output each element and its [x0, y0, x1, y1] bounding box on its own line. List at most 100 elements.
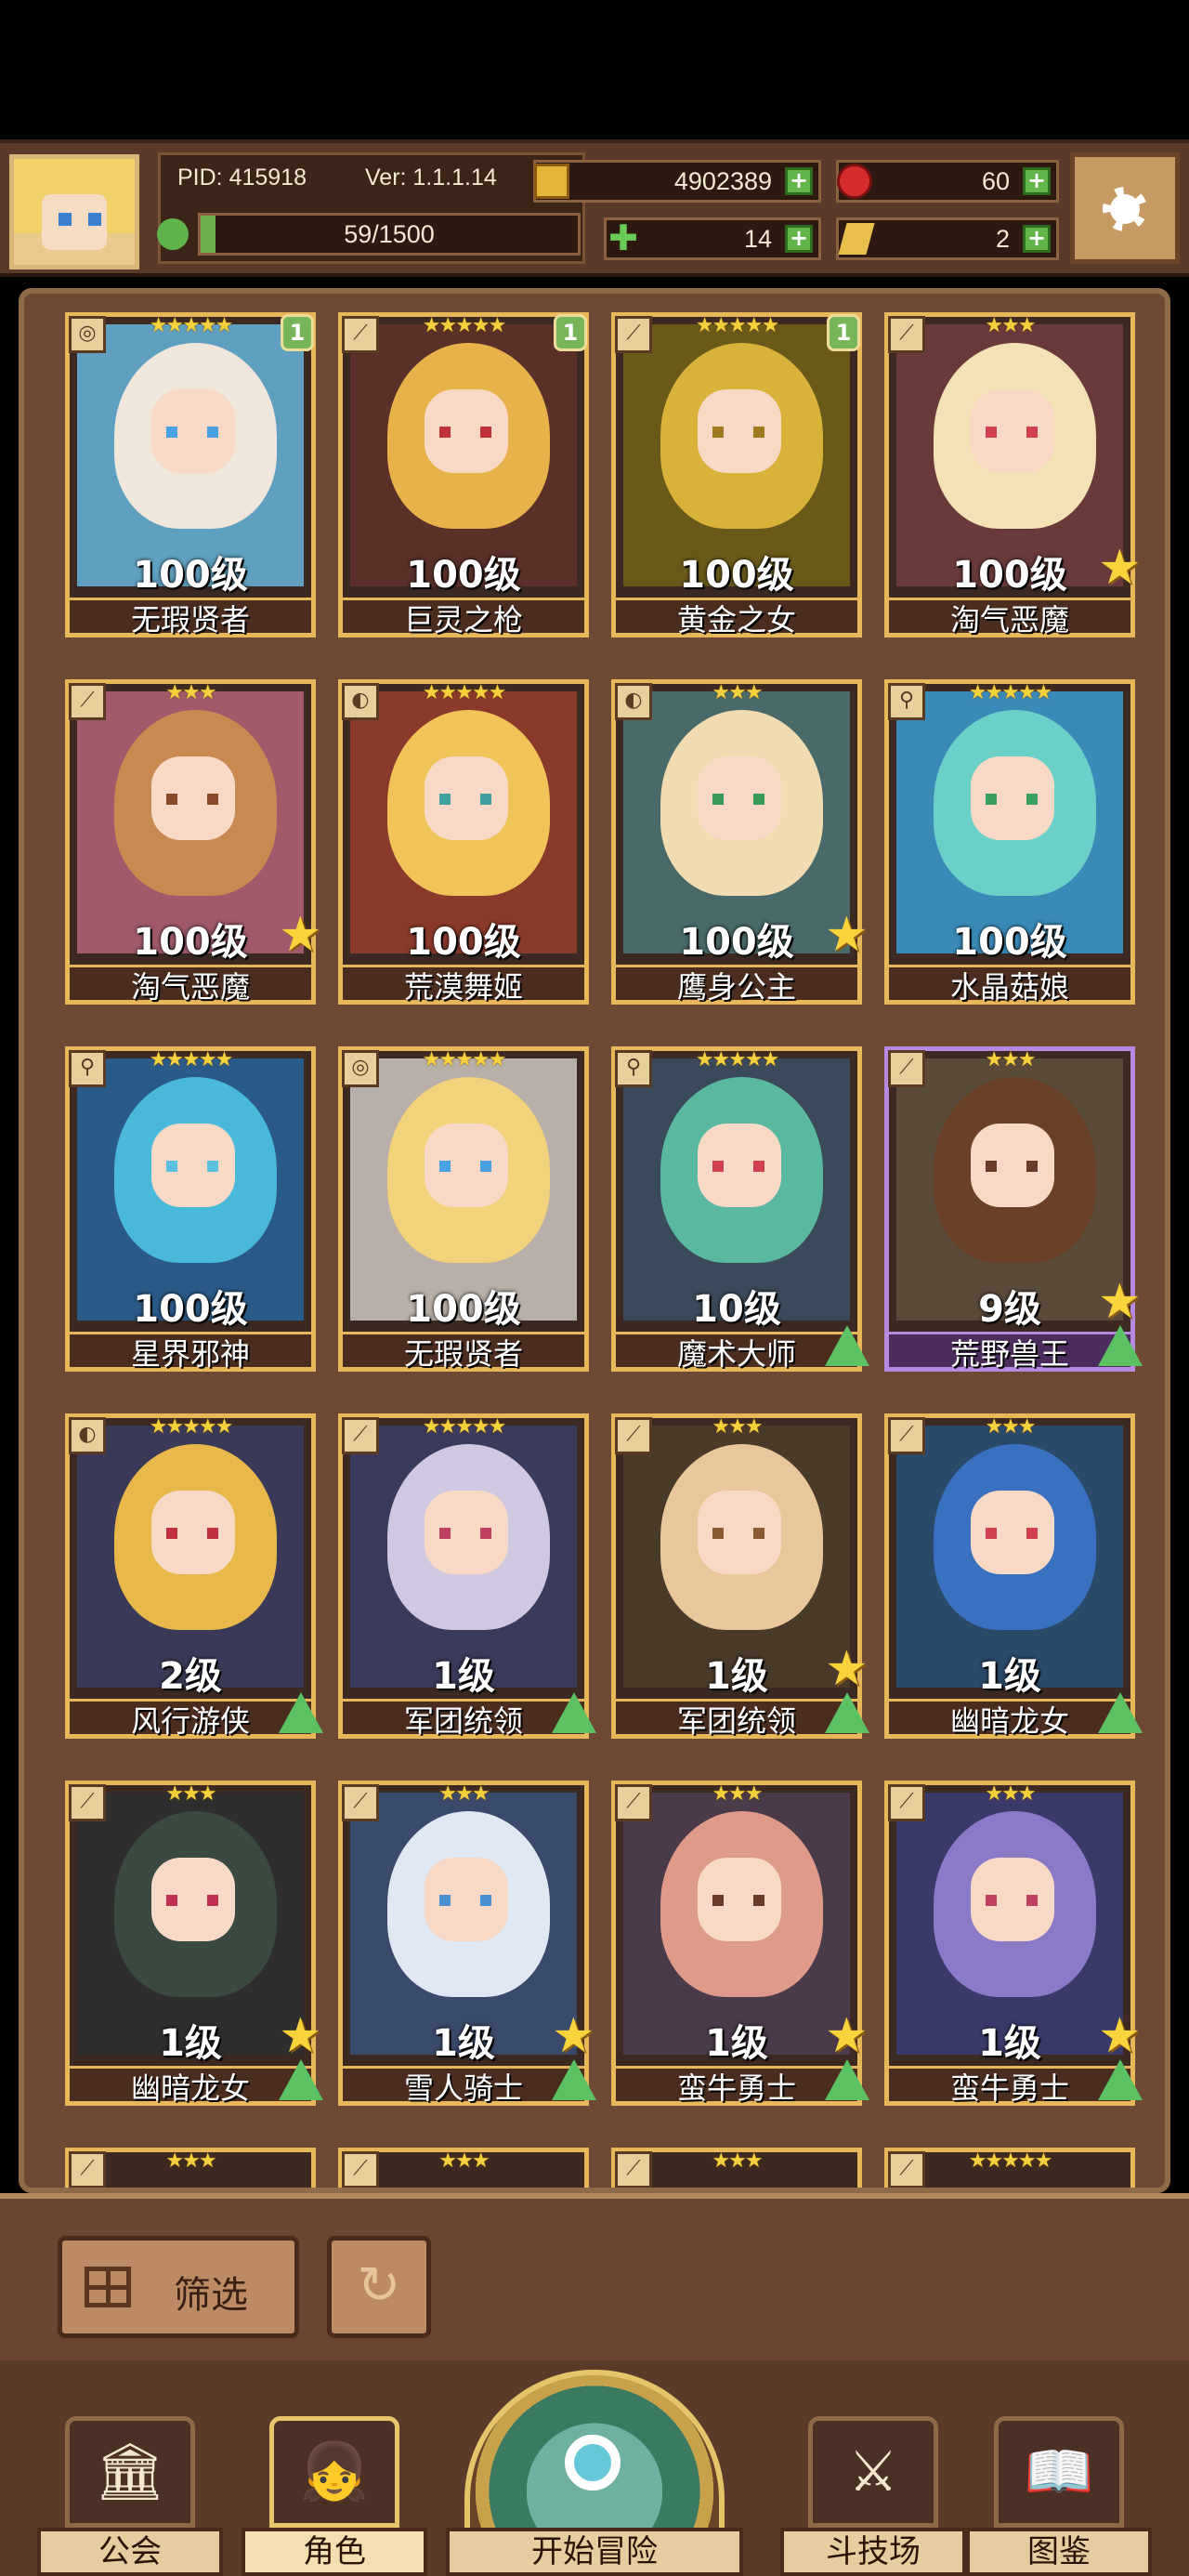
portrait-eye [439, 794, 451, 805]
filter-button[interactable]: 筛选 [58, 2236, 299, 2338]
portrait-face [151, 756, 235, 840]
character-card[interactable]: ⟋ ★★★ [611, 2148, 862, 2188]
portrait-face [971, 389, 1054, 473]
portrait-eye [712, 1528, 724, 1539]
portrait-eye [480, 1895, 491, 1906]
character-card[interactable]: ◎ ★★★★★ 100级 无瑕贤者 1 [65, 312, 316, 656]
rarity-stars: ★★★ [438, 1782, 490, 1806]
star-upgrade-icon: ★ [825, 1641, 869, 1697]
weapon-type-icon: ⟋ [69, 683, 106, 720]
rarity-stars: ★★★ [712, 1415, 763, 1439]
add-gold-button[interactable]: + [785, 167, 813, 195]
character-card[interactable]: ⟋ ★★★★★ [884, 2148, 1135, 2188]
character-card[interactable]: ⟋ ★★★ 1级 蛮牛勇士 ★ [884, 1781, 1143, 2124]
portrait-eye [1026, 1895, 1038, 1906]
add-clover-button[interactable]: + [785, 225, 813, 253]
character-card[interactable]: ⟋ ★★★ 1级 雪人骑士 ★ [338, 1781, 596, 2124]
character-card[interactable]: ⚲ ★★★★★ 10级 魔术大师 [611, 1046, 869, 1390]
level-up-arrow-icon [825, 1692, 869, 1733]
weapon-type-icon: ⟋ [888, 316, 925, 353]
portrait-face [698, 756, 781, 840]
character-name: 星界邪神 [130, 1336, 250, 1372]
portrait-eye [207, 1528, 218, 1539]
character-level: 100级 [679, 554, 794, 597]
key-icon [838, 223, 875, 255]
character-card[interactable]: ⟋ ★★★ [338, 2148, 589, 2188]
character-card[interactable]: ⟋ ★★★ [65, 2148, 316, 2188]
portrait-eye [986, 1528, 997, 1539]
rarity-stars: ★★★★★ [149, 314, 234, 337]
portrait-face [698, 1124, 781, 1207]
portrait-eye [480, 427, 491, 438]
add-ruby-button[interactable]: + [1023, 167, 1051, 195]
nav-adventure-label: 开始冒险 [446, 2528, 743, 2576]
level-up-arrow-icon [825, 2059, 869, 2100]
portrait-eye [166, 1895, 177, 1906]
level-up-arrow-icon [1098, 1325, 1143, 1366]
filter-bar: 筛选 ↻ [0, 2193, 1189, 2366]
portrait-eye [480, 1528, 491, 1539]
character-card[interactable]: ◐ ★★★ 100级 鹰身公主 ★ [611, 679, 869, 1023]
character-card[interactable]: ⟋ ★★★ 1级 军团统领 ★ [611, 1413, 869, 1757]
character-card[interactable]: ⟋ ★★★ 1级 蛮牛勇士 ★ [611, 1781, 869, 2124]
character-card[interactable]: ⚲ ★★★★★ 100级 星界邪神 [65, 1046, 316, 1390]
top-status-bar: PID: 415918 Ver: 1.1.1.14 59/1500 490238… [0, 139, 1189, 277]
star-upgrade-icon: ★ [1098, 1274, 1142, 1330]
nav-codex[interactable]: 📖 图鉴 [966, 2416, 1152, 2576]
portrait-eye [986, 794, 997, 805]
nav-start-adventure[interactable]: 开始冒险 [446, 2370, 743, 2576]
character-card[interactable]: ⚲ ★★★★★ 100级 水晶菇娘 [884, 679, 1135, 1023]
portrait-eye [439, 1161, 451, 1172]
portrait-eye [166, 794, 177, 805]
portrait-face [425, 1124, 508, 1207]
character-card[interactable]: ◐ ★★★★★ 2级 风行游侠 [65, 1413, 323, 1757]
character-card[interactable]: ⟋ ★★★★★ 100级 黄金之女 1 [611, 312, 862, 656]
character-card[interactable]: ⟋ ★★★ 100级 淘气恶魔 ★ [884, 312, 1142, 656]
gold-coin-icon [534, 164, 569, 199]
character-card[interactable]: ⟋ ★★★★★ 100级 巨灵之枪 1 [338, 312, 589, 656]
refresh-button[interactable]: ↻ [327, 2236, 431, 2338]
character-card[interactable]: ⟋ ★★★ 1级 幽暗龙女 [884, 1413, 1143, 1757]
settings-button[interactable] [1070, 152, 1180, 264]
key-counter: 2 + [836, 217, 1059, 260]
level-up-arrow-icon [279, 1692, 323, 1733]
portrait-eye [712, 427, 724, 438]
new-count-badge: 1 [554, 314, 587, 351]
weapon-type-icon: ◎ [69, 316, 106, 353]
rarity-stars: ★★★★★ [149, 1415, 234, 1439]
character-card[interactable]: ⟋ ★★★★★ 1级 军团统领 [338, 1413, 596, 1757]
portrait-face [425, 389, 508, 473]
portrait-eye [712, 794, 724, 805]
portrait-eye [986, 427, 997, 438]
level-up-arrow-icon [1098, 2059, 1143, 2100]
portrait-eye [480, 794, 491, 805]
character-card[interactable]: ⟋ ★★★ 100级 淘气恶魔 ★ [65, 679, 322, 1023]
nav-roles[interactable]: 👧 角色 [242, 2416, 427, 2576]
stamina-value: 59/1500 [344, 219, 435, 248]
portrait-eye [1026, 794, 1038, 805]
rarity-stars: ★★★★★ [422, 314, 507, 337]
key-value: 2 [995, 224, 1010, 253]
character-name: 淘气恶魔 [949, 602, 1069, 637]
portrait-eye [207, 794, 218, 805]
portrait-face [425, 1858, 508, 1941]
player-info-panel: PID: 415918 Ver: 1.1.1.14 59/1500 [157, 152, 585, 264]
weapon-type-icon: ⚲ [615, 1050, 652, 1087]
guild-hall-icon: 🏛 [65, 2416, 195, 2528]
rarity-stars: ★★★★★ [695, 314, 780, 337]
character-card[interactable]: ⟋ ★★★ 9级 荒野兽王 ★ [884, 1046, 1143, 1390]
nav-guild[interactable]: 🏛 公会 [37, 2416, 223, 2576]
character-card[interactable]: ⟋ ★★★ 1级 幽暗龙女 ★ [65, 1781, 323, 2124]
weapon-type-icon: ⟋ [615, 1417, 652, 1454]
nav-arena[interactable]: ⚔ 斗技场 [780, 2416, 966, 2576]
character-name: 无瑕贤者 [130, 602, 250, 637]
player-avatar[interactable] [9, 154, 139, 269]
character-card[interactable]: ◐ ★★★★★ 100级 荒漠舞姬 [338, 679, 589, 1023]
portrait-eye [712, 1161, 724, 1172]
character-card[interactable]: ◎ ★★★★★ 100级 无瑕贤者 [338, 1046, 589, 1390]
portrait-eye [1026, 1161, 1038, 1172]
star-upgrade-icon: ★ [825, 2008, 869, 2064]
portrait-face [151, 389, 235, 473]
add-key-button[interactable]: + [1023, 225, 1051, 253]
weapon-type-icon: ⟋ [888, 2151, 925, 2188]
